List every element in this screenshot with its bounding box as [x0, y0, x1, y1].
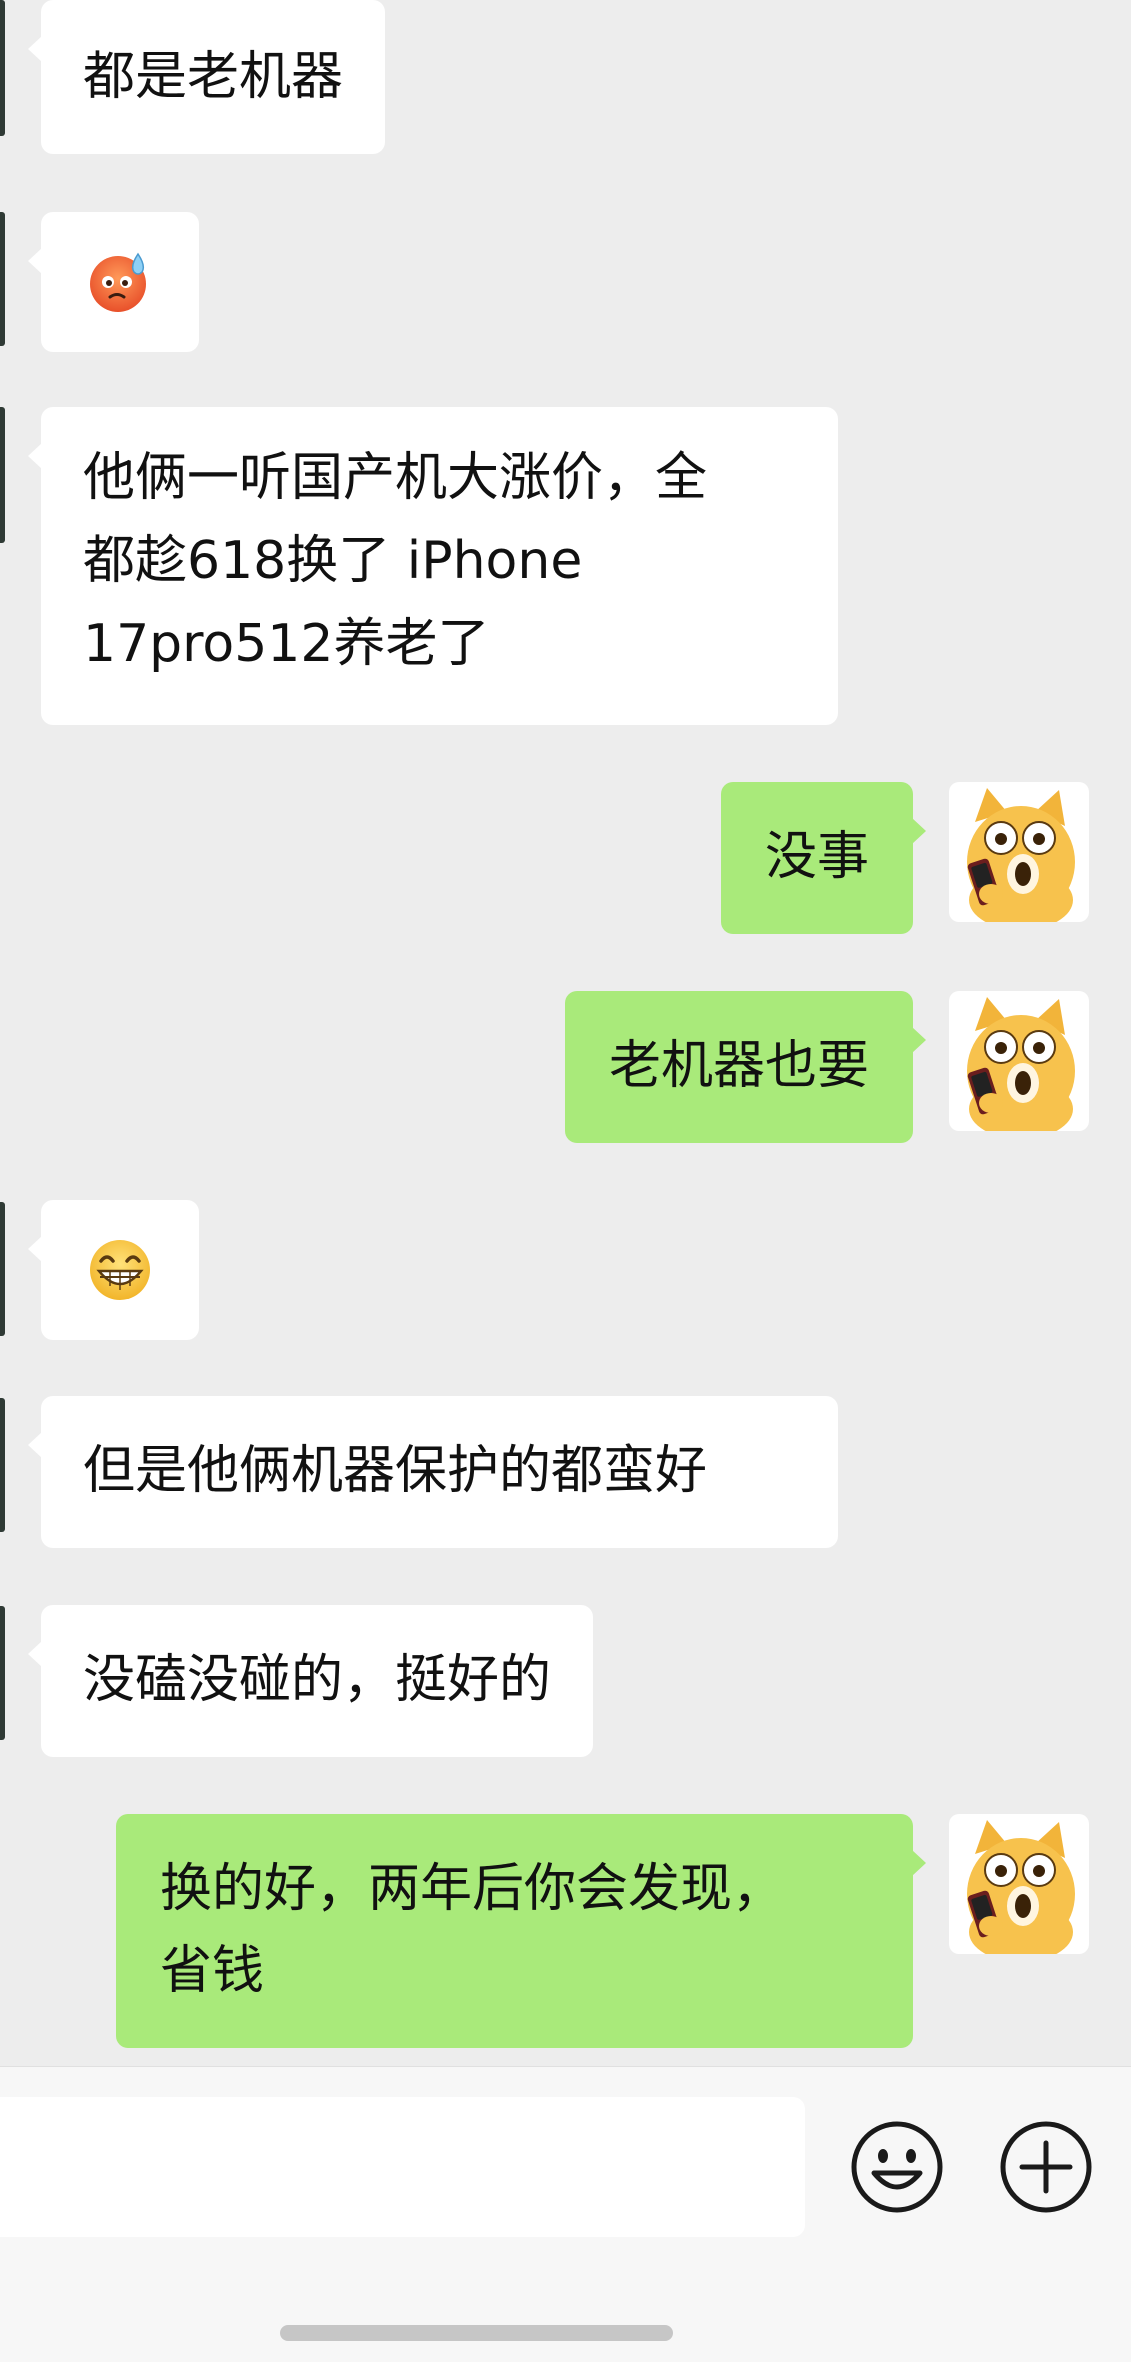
incoming-emoji-bubble[interactable] [28, 212, 199, 352]
chat-input-bar [0, 2066, 1131, 2362]
incoming-message-bubble[interactable]: 他俩一听国产机大涨价，全 都趁618换了 iPhone 17pro512养老了 [28, 407, 838, 725]
sweat-face-emoji-icon [90, 252, 146, 312]
incoming-message-bubble[interactable]: 但是他俩机器保护的都蛮好 [28, 1396, 838, 1548]
outgoing-message-bubble[interactable]: 老机器也要 [564, 991, 927, 1143]
contact-avatar-edge[interactable] [0, 1606, 5, 1740]
grin-emoji-icon [90, 1240, 150, 1300]
outgoing-message-bubble[interactable]: 没事 [720, 782, 927, 934]
emoji-button[interactable] [849, 2119, 945, 2215]
incoming-message-bubble[interactable]: 没磕没碰的，挺好的 [27, 1605, 594, 1757]
contact-avatar-edge[interactable] [0, 407, 5, 543]
contact-avatar-edge[interactable] [0, 1398, 5, 1532]
home-indicator[interactable] [280, 2325, 673, 2341]
incoming-message-bubble[interactable]: 都是老机器 [27, 0, 386, 154]
incoming-emoji-bubble[interactable] [28, 1200, 199, 1340]
chat-message-list[interactable]: 都是老机器 他俩一听国产机大涨价，全 都趁618换了 iPhone 17pro5… [0, 0, 1131, 2066]
more-button[interactable] [998, 2119, 1094, 2215]
contact-avatar-edge[interactable] [0, 0, 5, 136]
plus-circle-icon [1000, 2121, 1092, 2213]
doge-shocked-sticker-icon [967, 997, 1075, 1131]
my-avatar[interactable] [949, 782, 1089, 922]
contact-avatar-edge[interactable] [0, 212, 5, 346]
my-avatar[interactable] [949, 991, 1089, 1131]
my-avatar[interactable] [949, 1814, 1089, 1954]
contact-avatar-edge[interactable] [0, 1202, 5, 1336]
doge-shocked-sticker-icon [967, 1820, 1075, 1954]
outgoing-message-bubble[interactable]: 换的好，两年后你会发现， 省钱 [116, 1814, 926, 2048]
message-input[interactable] [0, 2097, 805, 2237]
smiley-face-icon [851, 2121, 943, 2213]
doge-shocked-sticker-icon [967, 788, 1075, 922]
